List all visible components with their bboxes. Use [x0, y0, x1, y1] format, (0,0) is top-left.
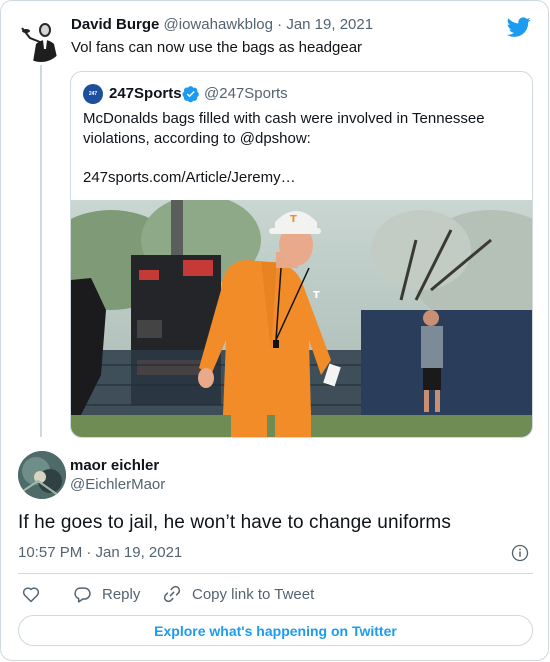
parent-tweet-header: David Burge @iowahawkblog · Jan 19, 2021	[71, 16, 373, 33]
svg-text:T: T	[313, 290, 320, 301]
tweet-date[interactable]: Jan 19, 2021	[286, 16, 373, 33]
copy-link-label: Copy link to Tweet	[192, 585, 315, 603]
quoted-author-handle: @247Sports	[204, 85, 288, 102]
author-name[interactable]: David Burge	[71, 16, 159, 33]
copy-link-button[interactable]: Copy link to Tweet	[162, 584, 314, 604]
david-burge-avatar[interactable]	[18, 16, 64, 62]
reply-icon	[74, 587, 91, 603]
link-icon	[163, 585, 181, 603]
reply-author-handle[interactable]: @EichlerMaor	[70, 476, 165, 493]
reply-tweet-text: If he goes to jail, he won’t have to cha…	[18, 512, 451, 533]
explore-twitter-button[interactable]: Explore what's happening on Twitter	[18, 615, 533, 646]
reply-button[interactable]: Reply	[72, 584, 140, 604]
separator-dot: ·	[272, 16, 287, 33]
actions-divider	[18, 573, 533, 574]
heart-icon	[22, 587, 40, 603]
reply-label: Reply	[102, 585, 141, 603]
verified-badge-icon	[182, 86, 199, 103]
parent-tweet-text: Vol fans can now use the bags as headgea…	[71, 39, 363, 56]
embedded-tweet-card: David Burge @iowahawkblog · Jan 19, 2021…	[0, 0, 549, 661]
maor-eichler-avatar[interactable]	[18, 451, 66, 499]
reply-timestamp[interactable]: 10:57 PM · Jan 19, 2021	[18, 544, 182, 561]
author-handle[interactable]: @iowahawkblog	[164, 16, 273, 33]
247sports-avatar: 247	[83, 84, 103, 104]
svg-text:T: T	[290, 214, 297, 225]
quoted-tweet-text: McDonalds bags filled with cash were inv…	[83, 110, 485, 147]
thread-connector-line	[40, 65, 42, 437]
twitter-logo-icon[interactable]	[507, 15, 531, 39]
info-icon[interactable]	[511, 544, 529, 562]
reply-author-name[interactable]: maor eichler	[70, 457, 159, 474]
quoted-author-name: 247Sports	[109, 85, 182, 102]
quoted-tweet-link[interactable]: 247sports.com/Article/Jeremy…	[83, 169, 296, 186]
like-button[interactable]	[21, 584, 41, 604]
tweet-actions-bar: Reply Copy link to Tweet	[18, 584, 533, 606]
coach-photo[interactable]: T T	[71, 200, 532, 437]
quoted-tweet[interactable]: 247 247Sports @247Sports McDonalds bags …	[70, 71, 533, 438]
